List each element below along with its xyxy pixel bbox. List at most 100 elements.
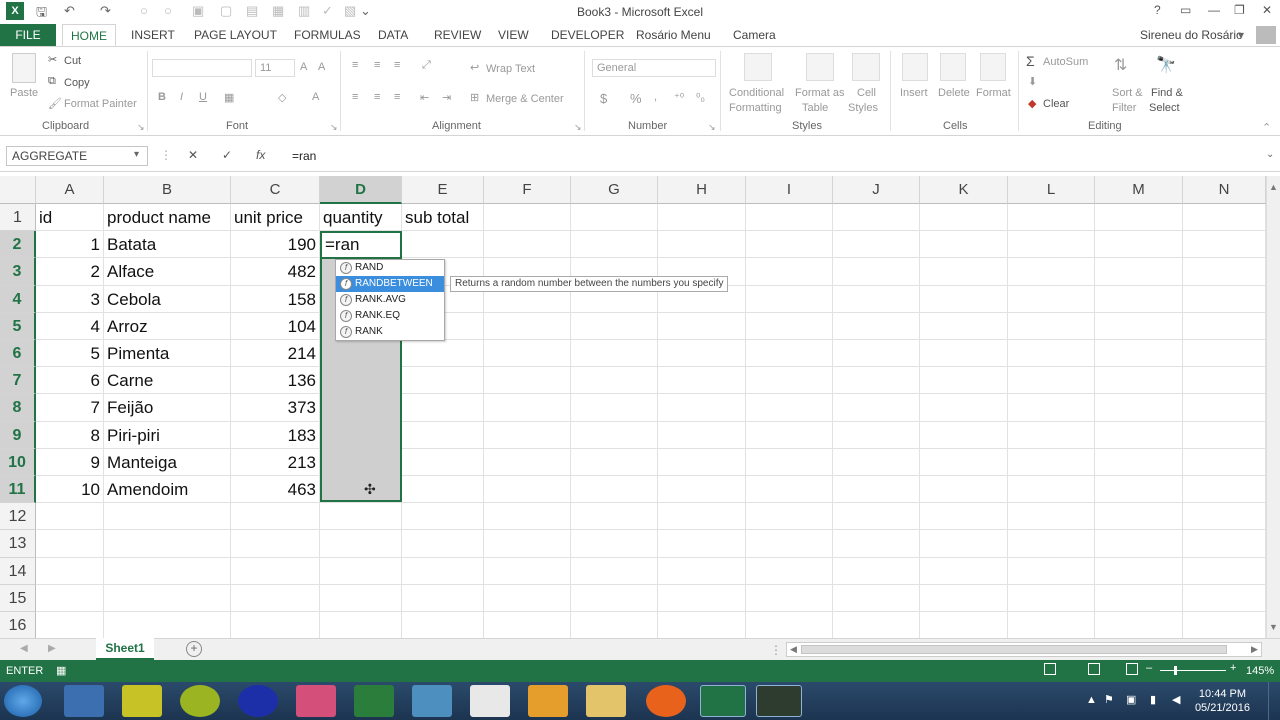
font-size-box[interactable]: 11 <box>255 59 295 77</box>
cell-f15[interactable] <box>484 584 571 612</box>
cell-l3[interactable] <box>1008 258 1095 286</box>
cell-n7[interactable] <box>1183 367 1266 395</box>
table-row-product-name[interactable]: Cebola <box>104 286 231 313</box>
row-header-10[interactable]: 10 <box>0 448 36 476</box>
taskbar-clock[interactable]: 10:44 PM 05/21/2016 <box>1195 687 1250 715</box>
insert-cells-button[interactable]: Insert <box>900 87 928 99</box>
autosum-icon[interactable]: Σ <box>1026 53 1035 69</box>
format-as-table-button[interactable]: Format as <box>795 87 845 99</box>
tab-page-layout[interactable]: PAGE LAYOUT <box>194 24 277 46</box>
cell-f10[interactable] <box>484 448 571 476</box>
table-row-id[interactable]: 5 <box>36 340 104 367</box>
cell-n15[interactable] <box>1183 584 1266 612</box>
decrease-decimal-icon[interactable]: ⁰₀ <box>696 91 705 104</box>
cell-b12[interactable] <box>104 503 231 531</box>
row-header-1[interactable]: 1 <box>0 204 36 232</box>
cell-e14[interactable] <box>402 557 484 585</box>
table-row-id[interactable]: 10 <box>36 476 104 503</box>
ftp-app-icon[interactable] <box>412 685 452 717</box>
cell-l4[interactable] <box>1008 285 1095 313</box>
font-name-box[interactable] <box>152 59 252 77</box>
cell-d13[interactable] <box>320 530 402 558</box>
cell-j6[interactable] <box>833 340 920 368</box>
vertical-scrollbar[interactable]: ▲ ▼ <box>1266 176 1280 638</box>
cell-f2[interactable] <box>484 231 571 259</box>
cell-b15[interactable] <box>104 584 231 612</box>
cell-g5[interactable] <box>571 312 658 340</box>
cell-d16[interactable] <box>320 612 402 638</box>
underline-button[interactable]: U <box>199 91 207 103</box>
cell-e7[interactable] <box>402 367 484 395</box>
scroll-down-icon[interactable]: ▼ <box>1269 622 1278 632</box>
clear-icon[interactable]: ◆ <box>1028 97 1036 110</box>
row-header-5[interactable]: 5 <box>0 312 36 340</box>
zoom-slider-thumb[interactable] <box>1174 666 1177 675</box>
table-row-unit-price[interactable]: 213 <box>231 449 320 476</box>
ue-app-icon[interactable] <box>180 685 220 717</box>
delete-cells-button[interactable]: Delete <box>938 87 970 99</box>
cell-h7[interactable] <box>658 367 746 395</box>
cell-h6[interactable] <box>658 340 746 368</box>
table-row-id[interactable]: 7 <box>36 394 104 421</box>
row-header-9[interactable]: 9 <box>0 421 36 449</box>
conditional-formatting-button[interactable]: Conditional <box>729 87 784 99</box>
cell-h15[interactable] <box>658 584 746 612</box>
table-row-unit-price[interactable]: 482 <box>231 258 320 285</box>
tray-icon-1[interactable]: ⚑ <box>1104 693 1114 706</box>
cell-l12[interactable] <box>1008 503 1095 531</box>
table-row-product-name[interactable]: Amendoim <box>104 476 231 503</box>
page-break-view-icon[interactable] <box>1126 663 1138 675</box>
align-top-icon[interactable]: ≡ <box>352 59 358 71</box>
horizontal-scrollbar[interactable]: ◀ ▶ <box>786 642 1262 657</box>
cell-n10[interactable] <box>1183 448 1266 476</box>
active-cell-d2[interactable]: =ran <box>320 231 402 259</box>
cut-button[interactable]: Cut <box>64 55 81 67</box>
cell-n4[interactable] <box>1183 285 1266 313</box>
autosum-button[interactable]: AutoSum <box>1043 56 1088 68</box>
decrease-indent-icon[interactable]: ⇤ <box>420 91 429 104</box>
cell-f16[interactable] <box>484 612 571 638</box>
user-name[interactable]: Sireneu do Rosário <box>1140 24 1243 46</box>
insert-cells-icon[interactable] <box>902 53 928 81</box>
cell-j8[interactable] <box>833 394 920 422</box>
number-launcher-icon[interactable]: ↘ <box>708 122 716 133</box>
cell-a14[interactable] <box>36 557 104 585</box>
cell-j12[interactable] <box>833 503 920 531</box>
column-header-i[interactable]: I <box>746 176 833 204</box>
column-header-n[interactable]: N <box>1183 176 1266 204</box>
table-row-id[interactable]: 3 <box>36 286 104 313</box>
tab-rosario-menu[interactable]: Rosário Menu <box>636 24 711 46</box>
cell-l8[interactable] <box>1008 394 1095 422</box>
header-quantity[interactable]: quantity <box>320 204 402 231</box>
cell-n9[interactable] <box>1183 421 1266 449</box>
table-row-unit-price[interactable]: 463 <box>231 476 320 503</box>
cell-j9[interactable] <box>833 421 920 449</box>
cell-i10[interactable] <box>746 448 833 476</box>
paste-button[interactable]: Paste <box>10 87 38 99</box>
formula-input[interactable]: =ran <box>284 146 1274 166</box>
tab-formulas[interactable]: FORMULAS <box>294 24 361 46</box>
cell-m16[interactable] <box>1095 612 1183 638</box>
row-header-13[interactable]: 13 <box>0 530 36 558</box>
cell-k9[interactable] <box>920 421 1008 449</box>
restore-button[interactable]: ❐ <box>1234 3 1245 17</box>
cell-k1[interactable] <box>920 204 1008 232</box>
table-row-unit-price[interactable]: 190 <box>231 231 320 258</box>
tray-arrow-icon[interactable]: ▲ <box>1086 694 1097 706</box>
merge-icon[interactable]: ⊞ <box>470 91 479 104</box>
tab-home[interactable]: HOME <box>62 24 116 46</box>
close-button[interactable]: ✕ <box>1262 3 1272 17</box>
column-header-c[interactable]: C <box>231 176 320 204</box>
cell-l6[interactable] <box>1008 340 1095 368</box>
cell-m10[interactable] <box>1095 448 1183 476</box>
cell-c14[interactable] <box>231 557 320 585</box>
horizontal-scroll-thumb[interactable] <box>801 645 1227 654</box>
cell-n11[interactable] <box>1183 476 1266 504</box>
tab-file[interactable]: FILE <box>0 24 56 46</box>
cell-m4[interactable] <box>1095 285 1183 313</box>
cell-h10[interactable] <box>658 448 746 476</box>
table-row-id[interactable]: 6 <box>36 367 104 394</box>
cell-i4[interactable] <box>746 285 833 313</box>
cell-l15[interactable] <box>1008 584 1095 612</box>
cell-g14[interactable] <box>571 557 658 585</box>
